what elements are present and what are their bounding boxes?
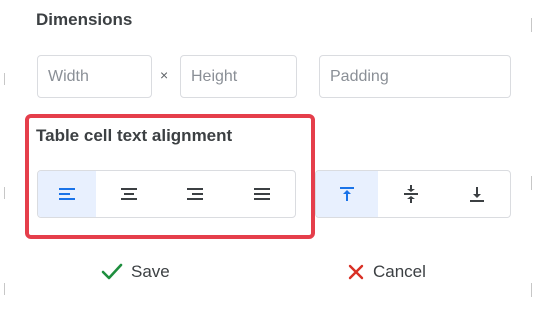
left-edge-tick	[4, 283, 5, 295]
align-middle-button[interactable]	[378, 171, 444, 217]
times-symbol: ×	[160, 67, 169, 83]
right-edge	[525, 0, 537, 313]
align-left-button[interactable]	[38, 171, 96, 217]
right-edge-tick	[531, 283, 532, 297]
align-right-icon	[186, 186, 204, 202]
left-edge-tick	[4, 187, 5, 199]
align-middle-icon	[402, 184, 420, 204]
height-input[interactable]: Height	[180, 55, 297, 98]
align-left-icon	[58, 186, 76, 202]
align-top-icon	[338, 185, 356, 203]
x-icon	[347, 263, 365, 281]
save-button[interactable]: Save	[101, 257, 170, 287]
right-edge-tick	[531, 176, 532, 190]
align-center-button[interactable]	[96, 171, 162, 217]
cancel-label: Cancel	[373, 262, 426, 281]
table-properties-panel: Dimensions Width × Height Padding Table …	[0, 0, 537, 313]
align-justify-icon	[253, 186, 271, 202]
width-input[interactable]: Width	[37, 55, 152, 98]
save-label: Save	[131, 262, 170, 281]
horizontal-alignment-group	[37, 170, 296, 218]
left-edge	[0, 0, 12, 313]
cancel-button[interactable]: Cancel	[347, 257, 426, 287]
dimensions-title: Dimensions	[36, 10, 133, 29]
padding-input[interactable]: Padding	[319, 55, 511, 98]
checkmark-icon	[101, 263, 123, 281]
alignment-title: Table cell text alignment	[36, 126, 233, 145]
align-center-icon	[120, 186, 138, 202]
align-right-button[interactable]	[162, 171, 228, 217]
right-edge-tick	[531, 18, 532, 32]
align-justify-button[interactable]	[228, 171, 295, 217]
align-bottom-button[interactable]	[444, 171, 510, 217]
align-top-button[interactable]	[316, 171, 378, 217]
align-bottom-icon	[468, 185, 486, 203]
left-edge-tick	[4, 73, 5, 85]
vertical-alignment-group	[315, 170, 511, 218]
